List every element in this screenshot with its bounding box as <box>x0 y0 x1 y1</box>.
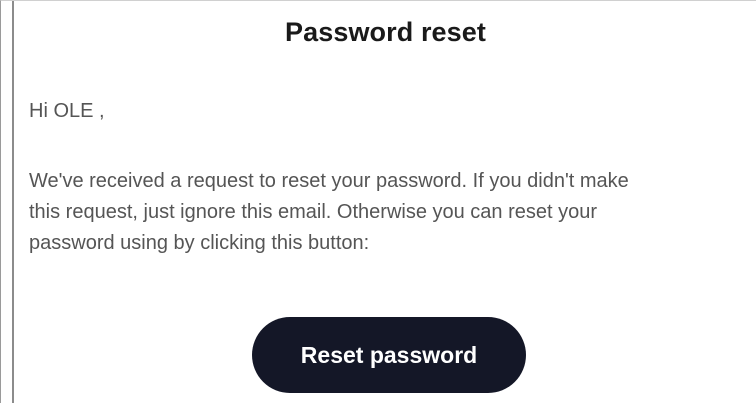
email-greeting: Hi OLE , <box>29 100 105 122</box>
email-body-line: this request, just ignore this email. Ot… <box>29 201 598 223</box>
email-card: Password reset Hi OLE , We've received a… <box>12 1 756 403</box>
reset-password-button-label: Reset password <box>300 341 478 368</box>
email-body-line: We've received a request to reset your p… <box>29 170 629 192</box>
email-body-line: password using by clicking this button: <box>29 232 370 254</box>
email-window: Password reset Hi OLE , We've received a… <box>0 0 756 403</box>
email-body: We've received a request to reset your p… <box>29 166 754 259</box>
email-title: Password reset <box>285 17 486 47</box>
reset-password-button[interactable]: Reset password <box>252 317 526 393</box>
